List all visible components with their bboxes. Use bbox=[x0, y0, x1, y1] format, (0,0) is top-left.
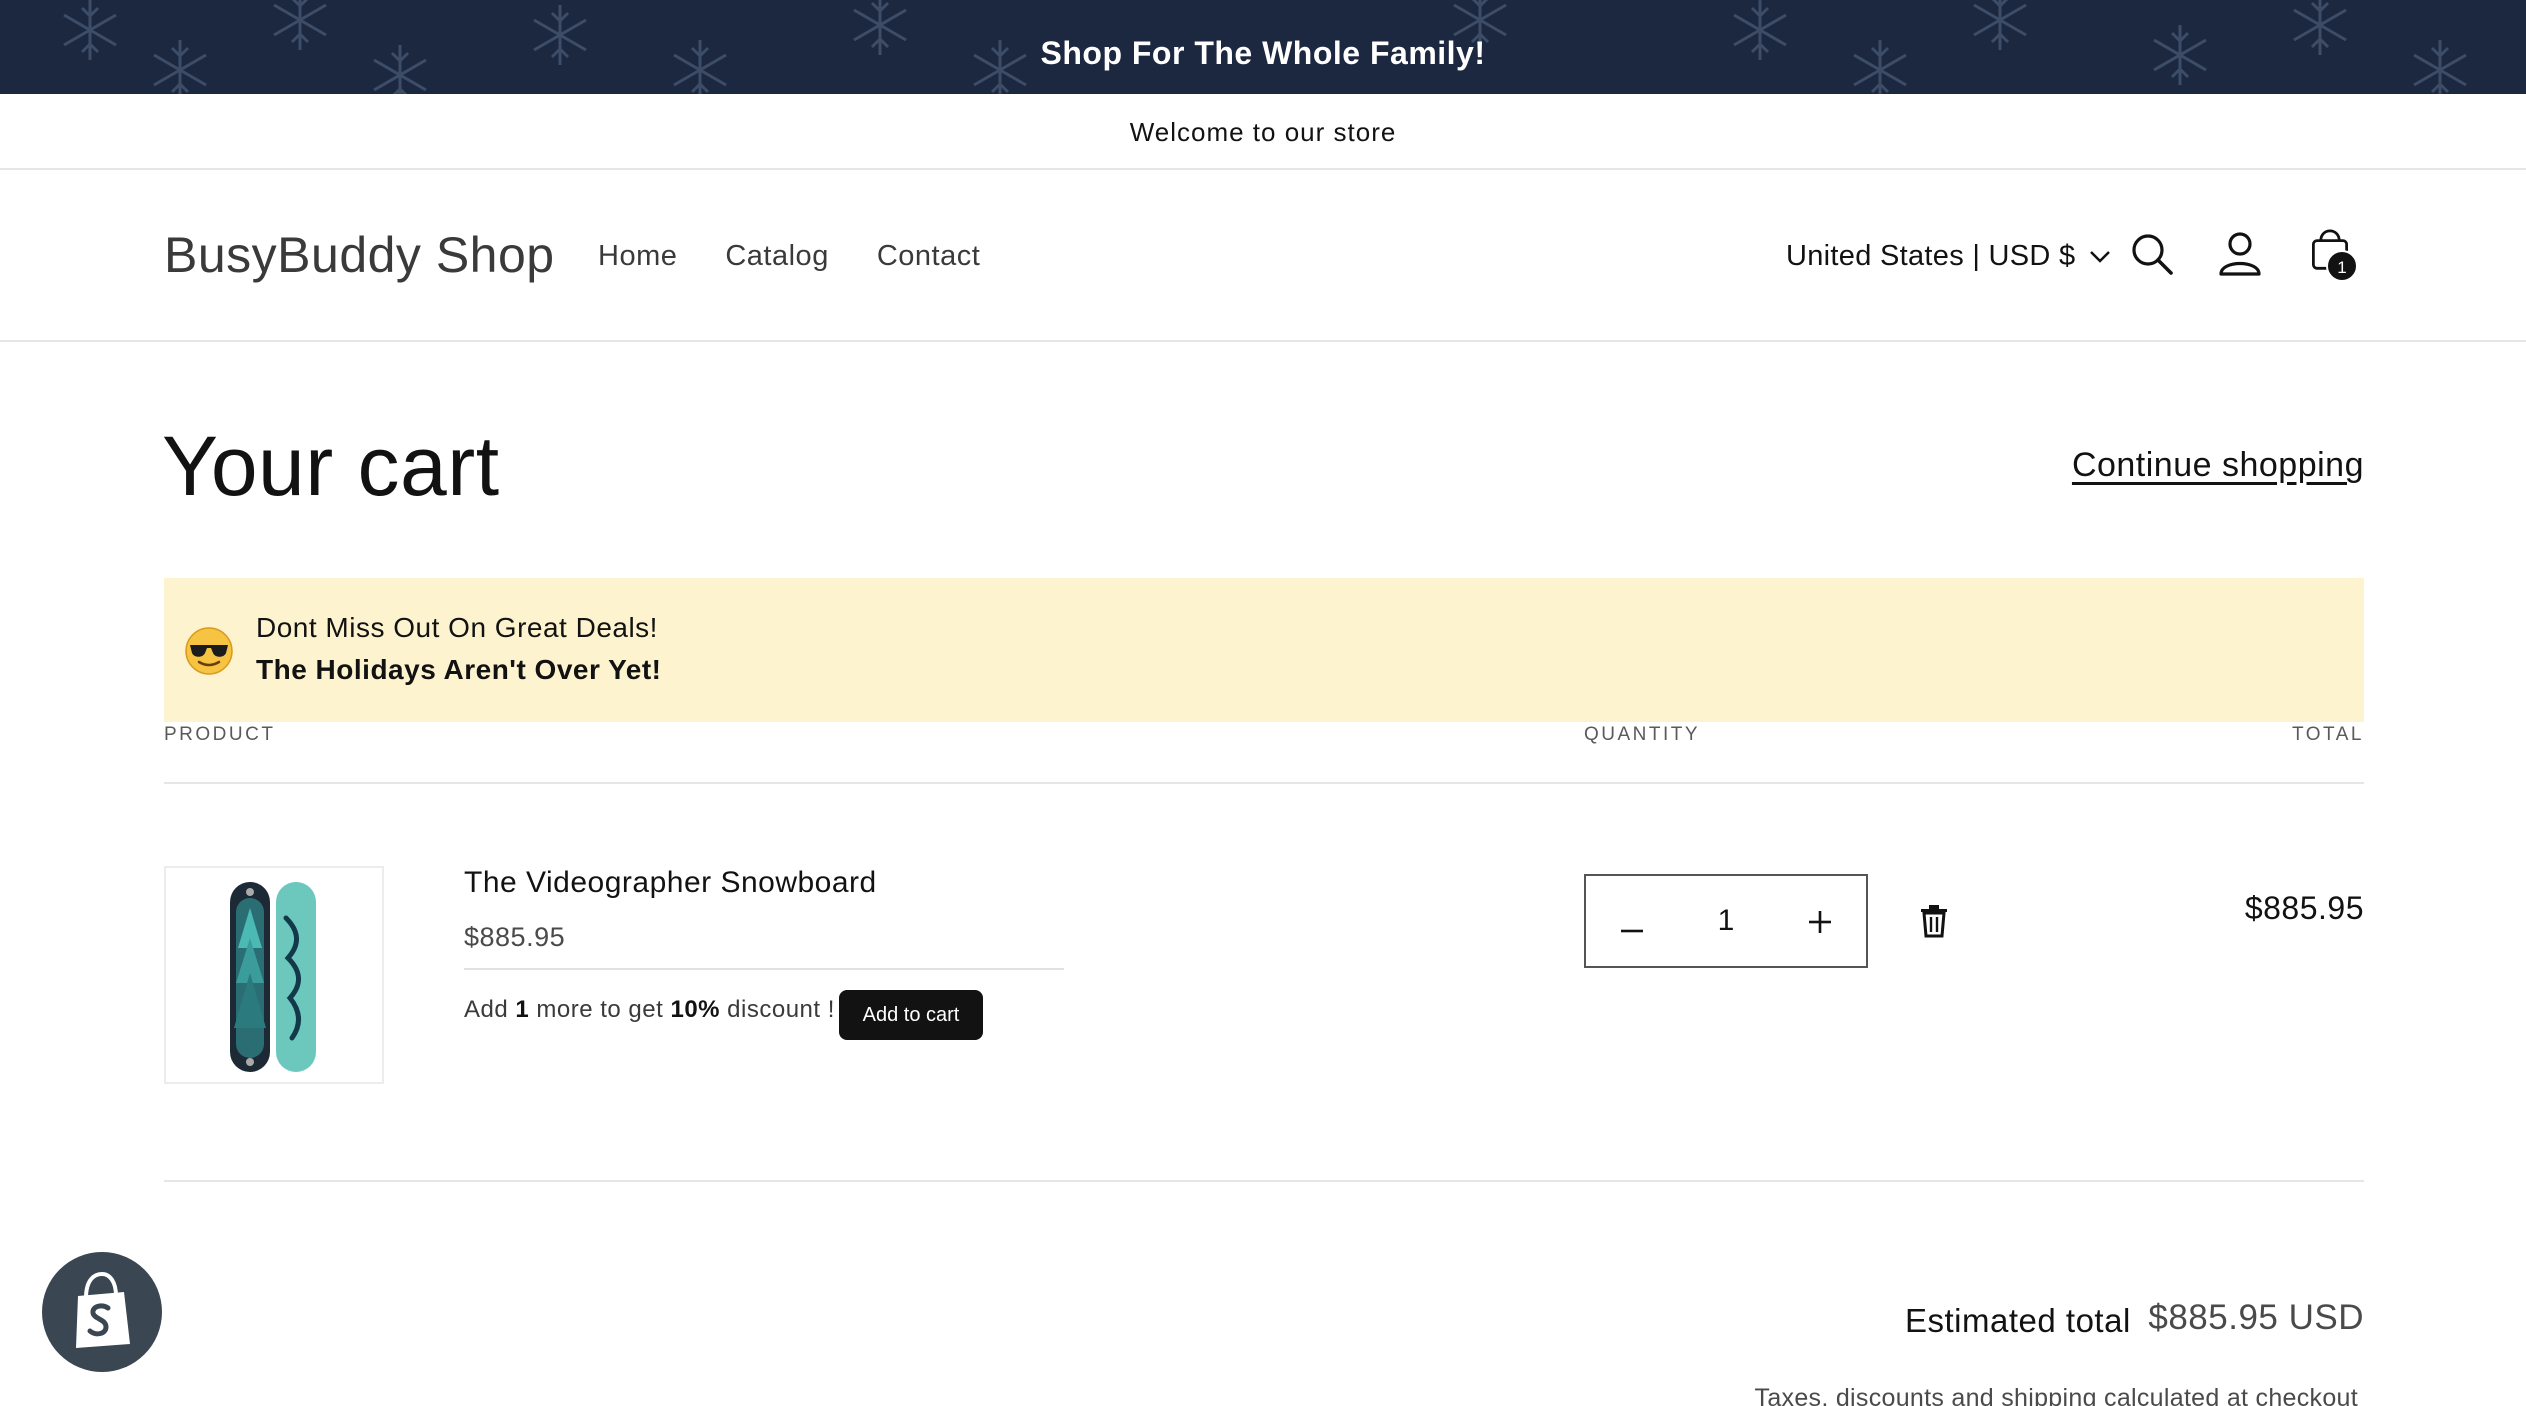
upsell-suffix: discount ! bbox=[720, 996, 835, 1023]
main-nav: Home Catalog Contact bbox=[598, 240, 980, 273]
upsell-prefix: Add bbox=[464, 996, 516, 1023]
plus-icon bbox=[1809, 911, 1831, 933]
header-divider bbox=[164, 782, 2364, 784]
upsell-quantity: 1 bbox=[515, 996, 530, 1023]
add-to-cart-button[interactable]: Add to cart bbox=[839, 990, 983, 1040]
column-header-total: TOTAL bbox=[2292, 724, 2364, 745]
upsell-middle: more to get bbox=[529, 996, 671, 1023]
snowboard-image bbox=[230, 882, 316, 1072]
page-title: Your cart bbox=[162, 419, 500, 513]
increase-quantity-button[interactable] bbox=[1774, 876, 1866, 966]
chevron-down-icon bbox=[2090, 250, 2111, 263]
deals-headline: Dont Miss Out On Great Deals! bbox=[256, 612, 658, 643]
country-selector[interactable]: United States | USD $ bbox=[1786, 240, 2111, 273]
trash-icon[interactable] bbox=[1918, 904, 1950, 938]
announcement-text: Shop For The Whole Family! bbox=[1040, 35, 1486, 71]
product-divider bbox=[464, 968, 1064, 970]
nav-home[interactable]: Home bbox=[598, 240, 677, 273]
minus-icon bbox=[1621, 929, 1643, 933]
store-logo[interactable]: BusyBuddy Shop bbox=[164, 226, 555, 284]
product-thumbnail[interactable] bbox=[164, 866, 384, 1084]
deals-banner: Dont Miss Out On Great Deals! The Holida… bbox=[164, 578, 2364, 722]
cart-count-badge: 1 bbox=[2326, 250, 2358, 282]
country-selector-label: United States | USD $ bbox=[1786, 240, 2076, 272]
upsell-message: Add 1 more to get 10% discount ! bbox=[464, 996, 835, 1024]
column-header-quantity: QUANTITY bbox=[1584, 724, 1701, 745]
product-name[interactable]: The Videographer Snowboard bbox=[464, 866, 877, 900]
nav-contact[interactable]: Contact bbox=[877, 240, 980, 273]
welcome-message: Welcome to our store bbox=[0, 94, 2526, 170]
items-divider bbox=[164, 1180, 2364, 1182]
column-header-product: PRODUCT bbox=[164, 724, 276, 745]
estimated-total-value: $885.95 USD bbox=[2148, 1298, 2364, 1337]
shopify-bag-icon bbox=[76, 1271, 130, 1348]
taxes-note: Taxes, discounts and shipping calculated… bbox=[1754, 1384, 2358, 1406]
product-unit-price: $885.95 bbox=[464, 922, 566, 952]
estimated-total-label: Estimated total bbox=[1905, 1302, 2131, 1339]
line-item-total: $885.95 bbox=[2244, 890, 2364, 926]
nav-catalog[interactable]: Catalog bbox=[725, 240, 828, 273]
quantity-input[interactable]: 1 bbox=[1718, 904, 1735, 938]
quantity-stepper: 1 bbox=[1584, 874, 1868, 968]
upsell-percentage: 10% bbox=[670, 996, 721, 1023]
decrease-quantity-button[interactable] bbox=[1586, 876, 1678, 966]
shopify-chat-button[interactable] bbox=[42, 1252, 162, 1372]
announcement-bar: Shop For The Whole Family! bbox=[0, 0, 2526, 94]
site-header: BusyBuddy Shop Home Catalog Contact Unit… bbox=[0, 170, 2526, 342]
deals-subheadline: The Holidays Aren't Over Yet! bbox=[256, 654, 662, 685]
continue-shopping-link[interactable]: Continue shopping bbox=[2072, 446, 2364, 485]
search-icon[interactable] bbox=[2128, 230, 2176, 278]
sunglasses-emoji-icon bbox=[185, 627, 233, 675]
account-icon[interactable] bbox=[2216, 230, 2264, 278]
